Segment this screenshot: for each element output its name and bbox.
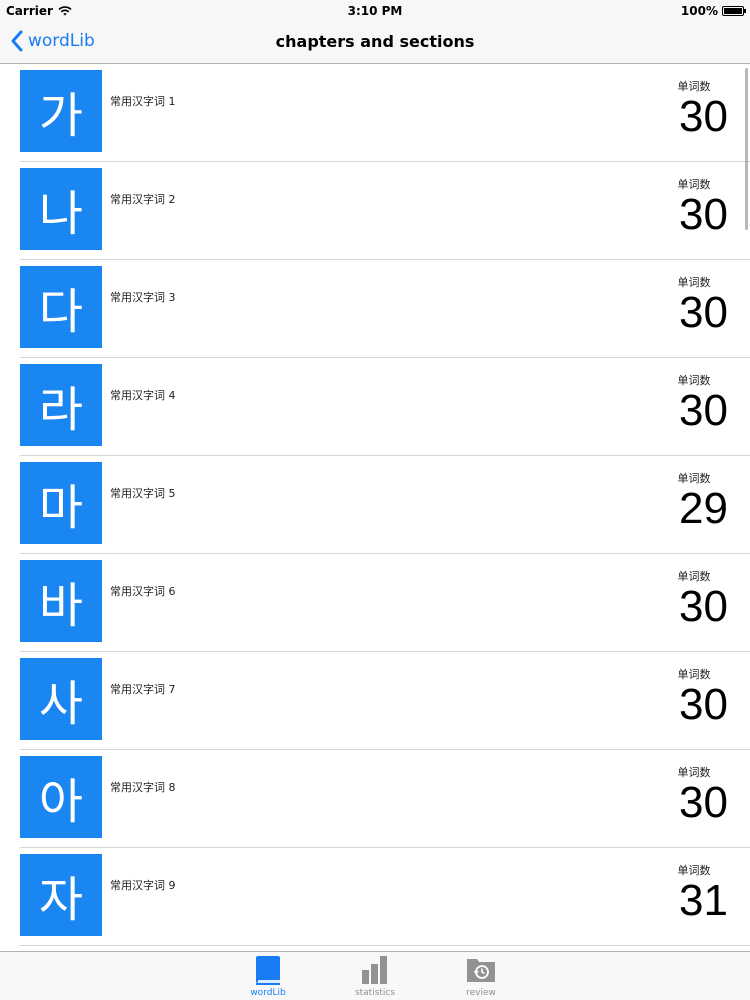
word-count-value: 30 <box>679 778 728 827</box>
navigation-bar: wordLib chapters and sections <box>0 22 750 64</box>
status-time: 3:10 PM <box>347 4 403 18</box>
chapter-row[interactable]: 라 常用汉字词 4 单词数 30 <box>20 358 750 456</box>
tab-bar: wordLib statistics review <box>0 951 750 1000</box>
status-bar: Carrier 3:10 PM 100% <box>0 0 750 22</box>
word-count-value: 30 <box>679 582 728 631</box>
chapter-list[interactable]: 가 常用汉字词 1 单词数 30 나 常用汉字词 2 单词数 30 다 常用汉字… <box>0 64 750 952</box>
chapter-name: 常用汉字词 5 <box>110 487 176 500</box>
battery-icon <box>722 6 746 16</box>
chapter-letter-thumb: 자 <box>20 854 102 936</box>
word-count-value: 30 <box>679 288 728 337</box>
chapter-letter-thumb: 나 <box>20 168 102 250</box>
tab-statistics[interactable]: statistics <box>345 954 405 1000</box>
chapter-name: 常用汉字词 2 <box>110 193 176 206</box>
chapter-name: 常用汉字词 7 <box>110 683 176 696</box>
chapter-letter-thumb: 가 <box>20 70 102 152</box>
chapter-row[interactable]: 아 常用汉字词 8 单词数 30 <box>20 750 750 848</box>
chapter-row[interactable]: 사 常用汉字词 7 单词数 30 <box>20 652 750 750</box>
word-count-value: 29 <box>679 484 728 533</box>
word-count-value: 30 <box>679 680 728 729</box>
tab-review[interactable]: review <box>451 954 511 1000</box>
chapter-row[interactable]: 바 常用汉字词 6 单词数 30 <box>20 554 750 652</box>
chapter-letter-thumb: 다 <box>20 266 102 348</box>
scroll-indicator <box>745 68 748 230</box>
tab-wordlib[interactable]: wordLib <box>238 954 298 1000</box>
tab-label: wordLib <box>250 988 286 998</box>
word-count-value: 30 <box>679 190 728 239</box>
chapter-name: 常用汉字词 3 <box>110 291 176 304</box>
app-screen: Carrier 3:10 PM 100% wordLib chapters an… <box>0 0 750 1000</box>
tab-label: review <box>466 988 496 998</box>
chapter-name: 常用汉字词 9 <box>110 879 176 892</box>
chapter-row[interactable]: 다 常用汉字词 3 单词数 30 <box>20 260 750 358</box>
chapter-name: 常用汉字词 1 <box>110 95 176 108</box>
chapter-name: 常用汉字词 8 <box>110 781 176 794</box>
chapter-letter-thumb: 마 <box>20 462 102 544</box>
chapter-letter-thumb: 사 <box>20 658 102 740</box>
battery-percent: 100% <box>680 4 718 18</box>
chapter-letter-thumb: 라 <box>20 364 102 446</box>
book-icon <box>256 956 280 985</box>
page-title: chapters and sections <box>275 32 475 51</box>
tab-label: statistics <box>354 988 396 998</box>
review-history-icon <box>467 959 495 982</box>
chapter-row[interactable]: 자 常用汉字词 9 单词数 31 <box>20 848 750 946</box>
chapter-row[interactable]: 마 常用汉字词 5 单词数 29 <box>20 456 750 554</box>
chapter-row[interactable]: 나 常用汉字词 2 单词数 30 <box>20 162 750 260</box>
status-battery: 100% <box>680 4 746 18</box>
chapter-letter-thumb: 바 <box>20 560 102 642</box>
word-count-value: 30 <box>679 92 728 141</box>
word-count-value: 30 <box>679 386 728 435</box>
chapter-letter-thumb: 아 <box>20 756 102 838</box>
chapter-row[interactable]: 가 常用汉字词 1 单词数 30 <box>20 64 750 162</box>
word-count-value: 31 <box>679 876 728 925</box>
bar-chart-icon <box>362 956 387 984</box>
chapter-name: 常用汉字词 6 <box>110 585 176 598</box>
chapter-name: 常用汉字词 4 <box>110 389 176 402</box>
